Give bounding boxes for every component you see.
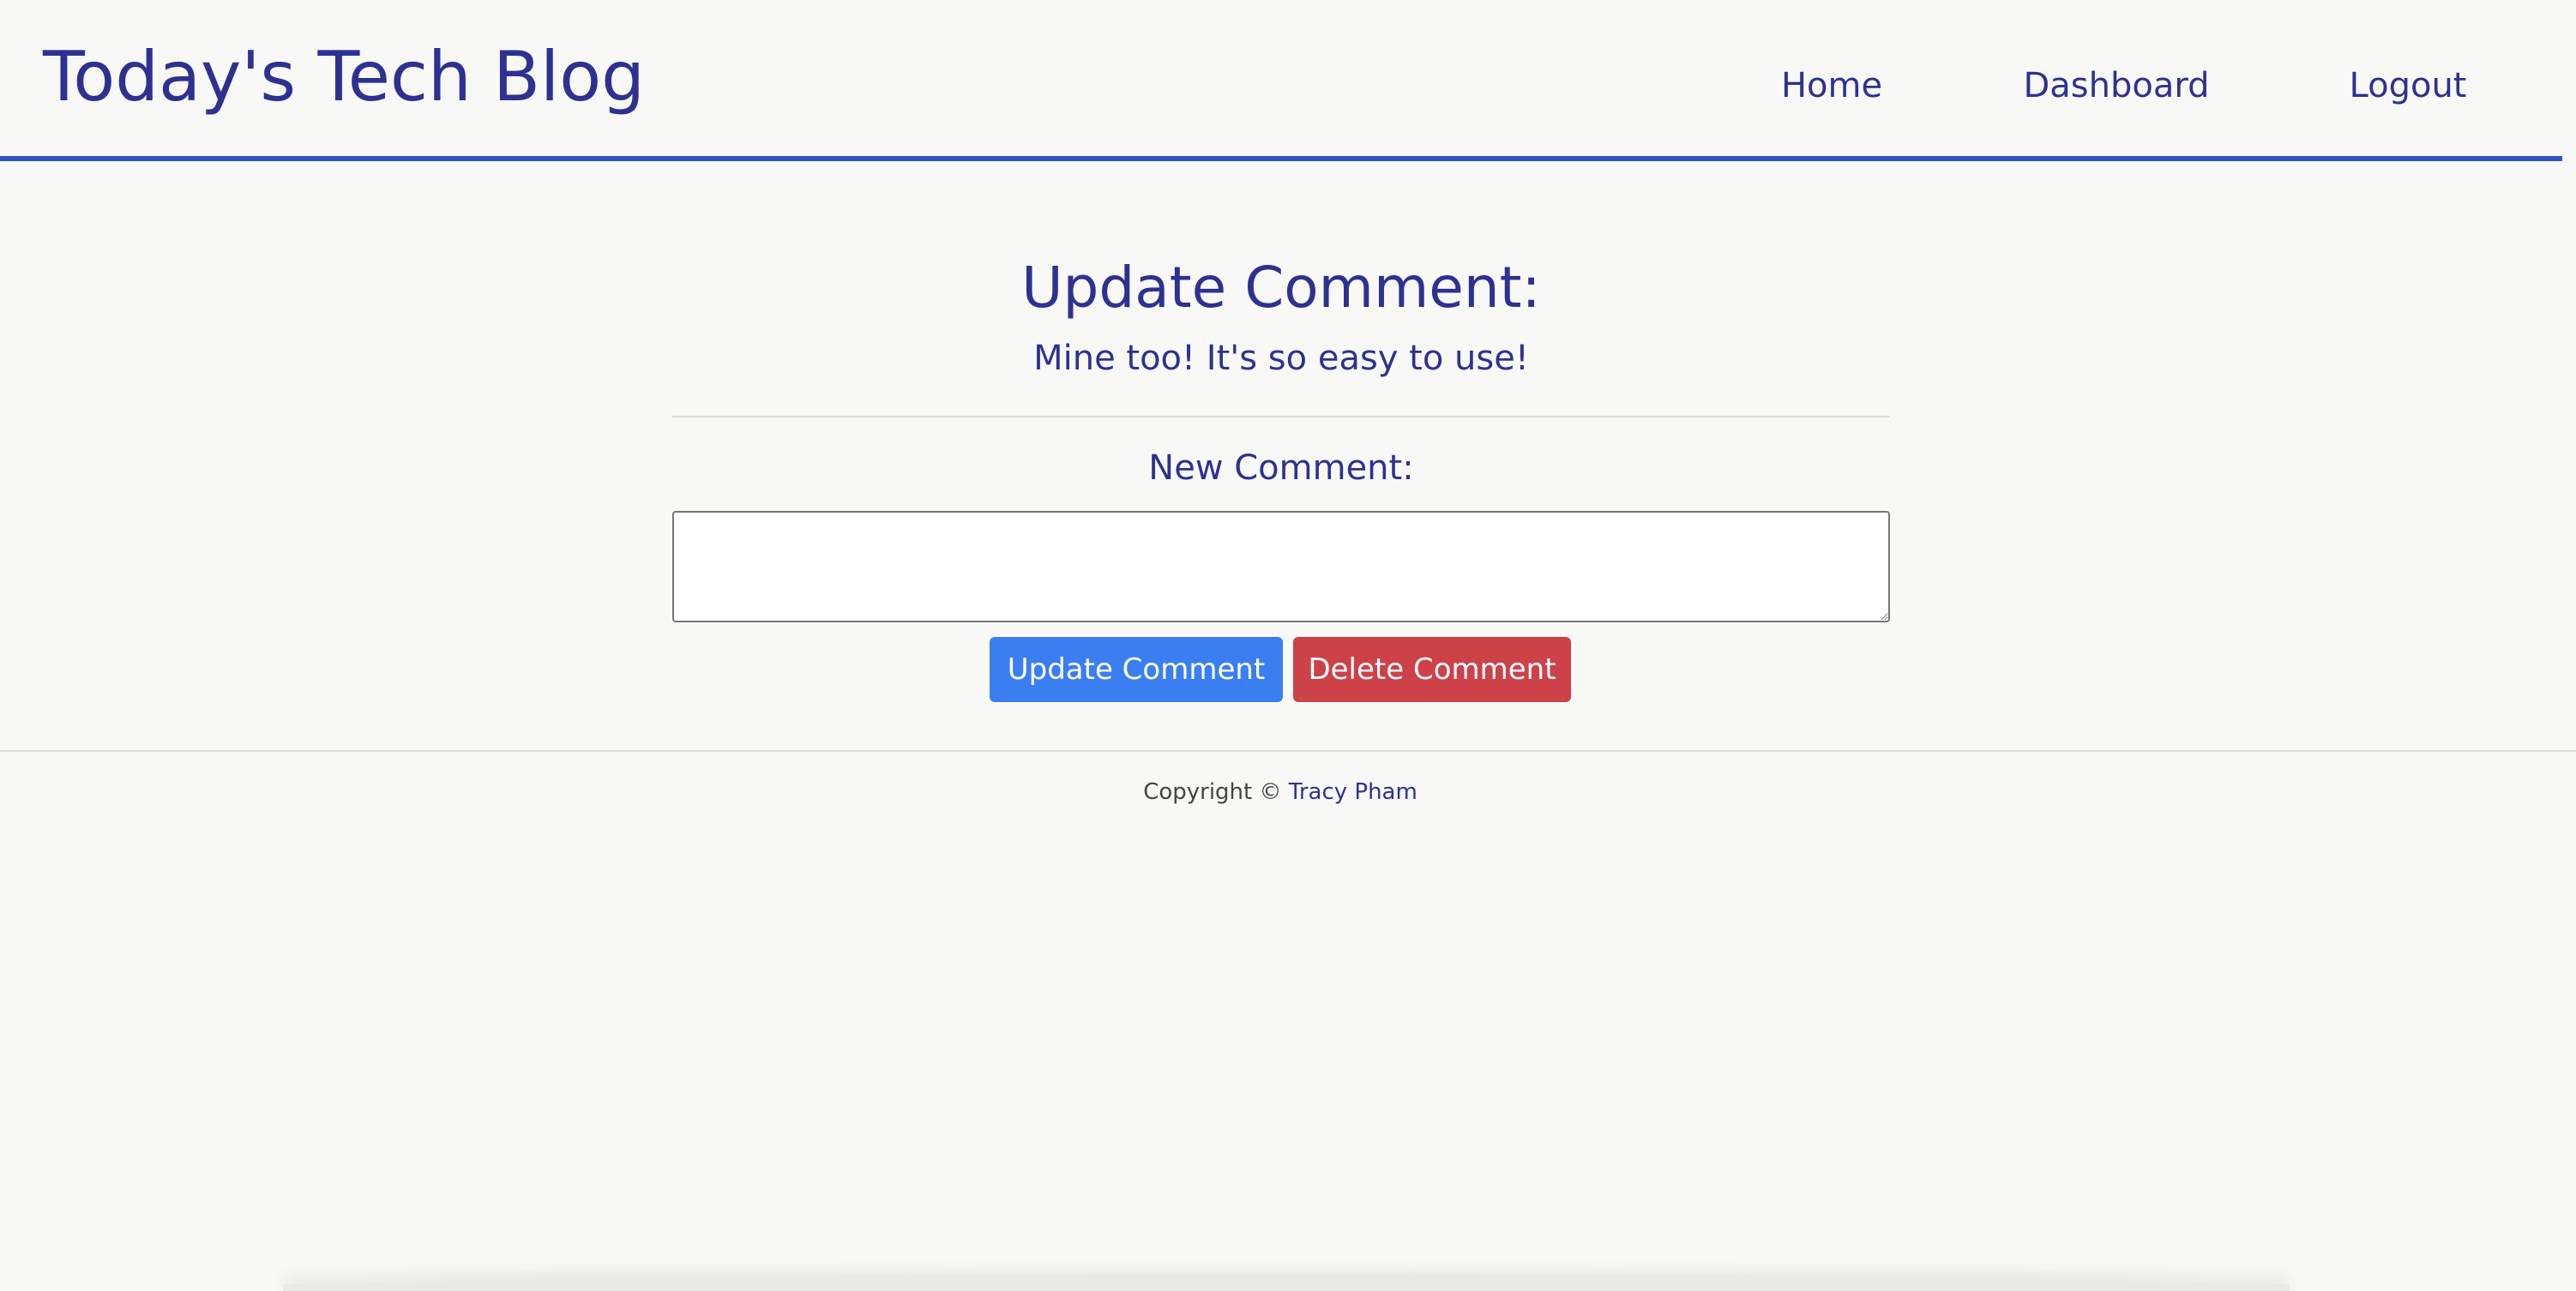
nav-home-link[interactable]: Home xyxy=(1781,62,1882,110)
new-comment-label: New Comment: xyxy=(1148,448,1414,488)
delete-comment-button[interactable]: Delete Comment xyxy=(1293,637,1571,702)
copyright-text: Copyright © Tracy Pham xyxy=(0,779,2561,806)
nav-dashboard-link[interactable]: Dashboard xyxy=(2023,62,2209,110)
nav-logout-link[interactable]: Logout xyxy=(2350,62,2467,110)
section-divider xyxy=(672,416,1890,417)
site-footer: Copyright © Tracy Pham xyxy=(0,750,2576,855)
copyright-prefix: Copyright © xyxy=(1143,779,1289,805)
update-comment-button[interactable]: Update Comment xyxy=(990,637,1283,702)
update-comment-section: Update Comment: Mine too! It's so easy t… xyxy=(0,161,2576,749)
new-comment-textarea[interactable] xyxy=(672,511,1890,622)
site-header: Today's Tech Blog Home Dashboard Logout xyxy=(0,0,2562,161)
main-nav: Home Dashboard Logout xyxy=(0,62,2562,110)
page-title: Update Comment: xyxy=(1021,255,1541,321)
author-link[interactable]: Tracy Pham xyxy=(1289,779,1417,805)
current-comment-text: Mine too! It's so easy to use! xyxy=(1033,339,1529,378)
bottom-shadow xyxy=(283,1279,2290,1291)
